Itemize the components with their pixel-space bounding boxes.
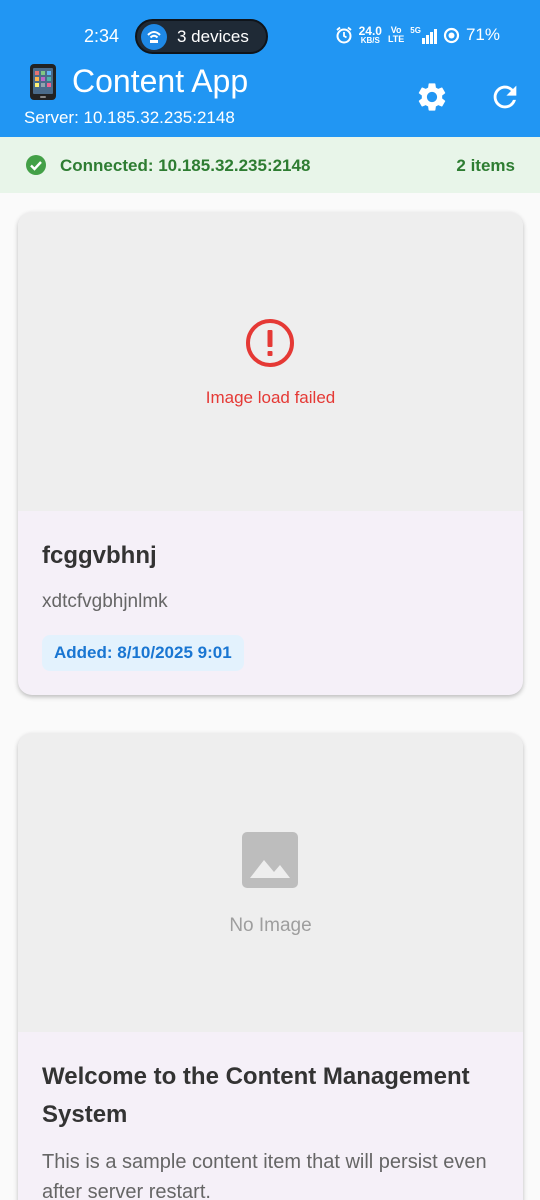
signal-icon: 5G (410, 26, 437, 44)
no-image-text: No Image (229, 915, 312, 936)
card-title: fcggvbhnj (42, 542, 157, 569)
volte-indicator: Vo LTE (387, 25, 405, 44)
added-date-badge: Added: 8/10/2025 9:01 (42, 635, 244, 671)
content-card[interactable]: No Image Welcome to the Content Manageme… (18, 733, 523, 1200)
refresh-icon (493, 85, 517, 109)
status-time: 2:34 (84, 26, 120, 46)
net-speed: 24.0 KB/S (358, 23, 382, 45)
status-bar: 2:34 3 devices 24.0 KB/S Vo LTE 5G 71% (0, 0, 540, 72)
connection-status-bar: Connected: 10.185.32.235:2148 2 items (0, 137, 540, 193)
gear-icon (418, 83, 446, 111)
content-card[interactable]: Image load failed fcggvbhnj xdtcfvgbhjnl… (18, 212, 523, 695)
devices-pill[interactable]: 3 devices (135, 19, 268, 54)
app-title: Content App (72, 63, 249, 99)
battery-percent: 71% (465, 25, 500, 44)
error-icon (246, 319, 294, 367)
app-bar: 2:34 3 devices 24.0 KB/S Vo LTE 5G 71% C… (0, 0, 540, 137)
server-address: Server: 10.185.32.235:2148 (24, 108, 235, 127)
image-error-text: Image load failed (205, 388, 336, 407)
card-image-area: No Image (18, 733, 523, 1032)
settings-button[interactable] (415, 80, 449, 114)
devices-label: 3 devices (177, 26, 249, 46)
hotspot-icon (141, 23, 167, 50)
phone-icon (30, 63, 56, 100)
card-description: This is a sample content item that will … (42, 1151, 487, 1200)
alarm-icon (336, 26, 352, 44)
battery-ring-icon (443, 27, 460, 43)
card-image-area: Image load failed (18, 212, 523, 511)
status-icons: 24.0 KB/S Vo LTE 5G 71% (335, 25, 500, 45)
card-description: xdtcfvgbhjnlmk (42, 591, 168, 612)
check-circle-icon (26, 155, 46, 175)
image-placeholder-icon (242, 832, 298, 888)
connection-status-text: Connected: 10.185.32.235:2148 (60, 156, 311, 175)
card-title: Welcome to the Content Management System (42, 1063, 470, 1128)
refresh-button[interactable] (488, 80, 522, 114)
item-count: 2 items (456, 156, 515, 175)
app-title-row: Content App (28, 63, 248, 100)
